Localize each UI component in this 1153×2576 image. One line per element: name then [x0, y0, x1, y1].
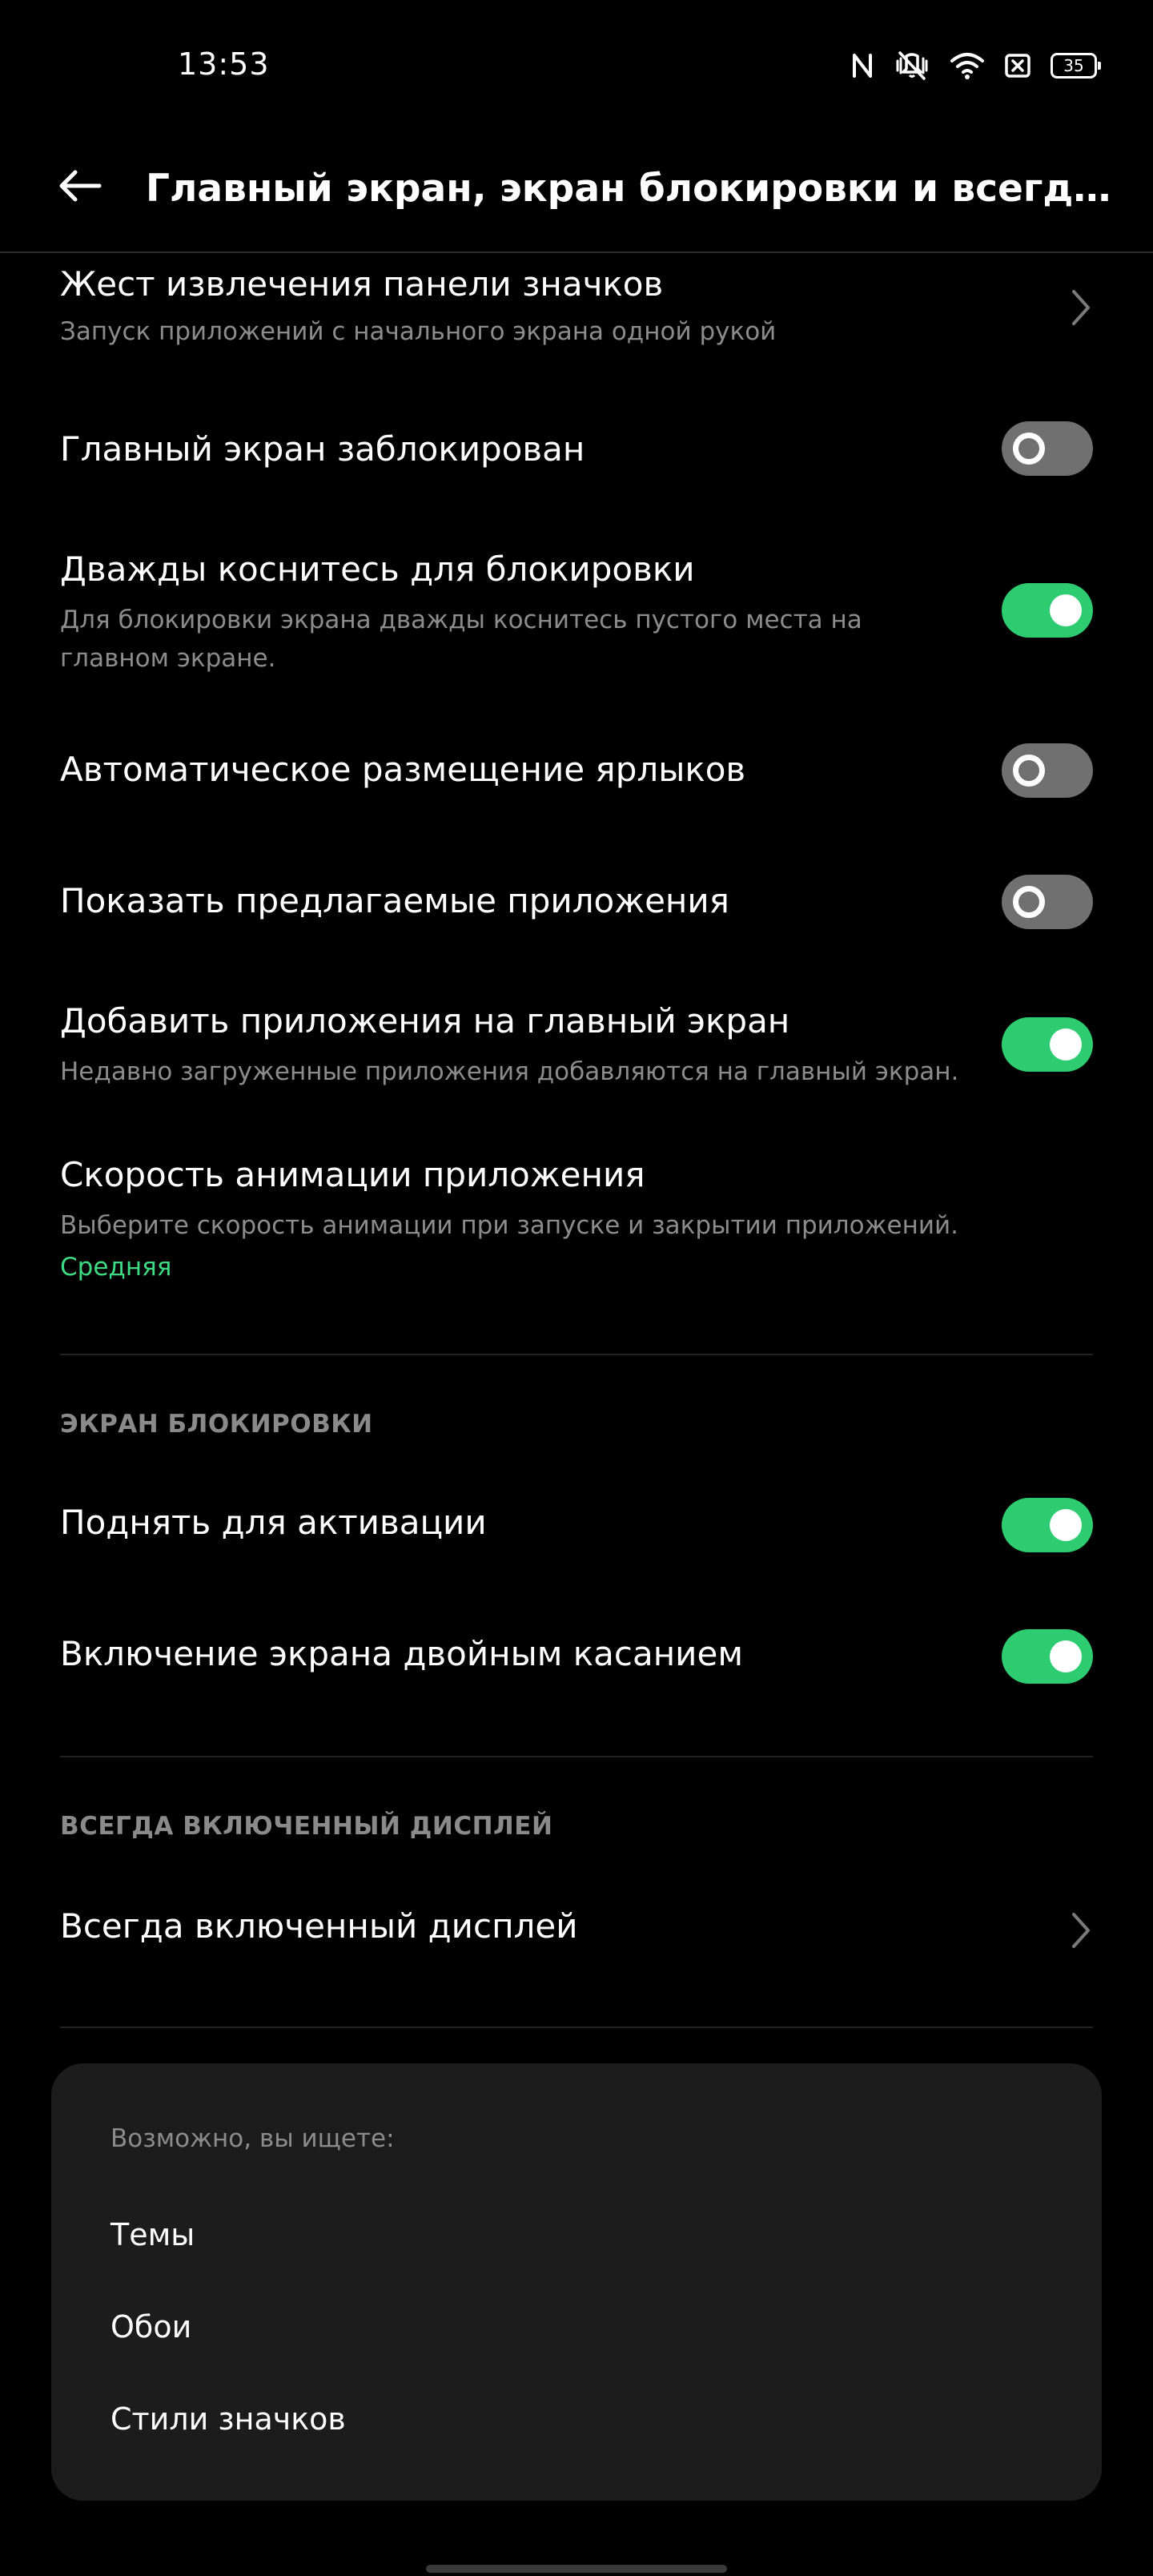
setting-subtitle: Для блокировки экрана дважды коснитесь п… [60, 606, 862, 673]
setting-double-tap-wake[interactable]: Включение экрана двойным касанием [0, 1610, 1153, 1706]
setting-title: Главный экран заблокирован [60, 429, 585, 469]
chevron-right-icon [1065, 1908, 1097, 1953]
status-time: 13:53 [178, 46, 270, 82]
setting-home-locked[interactable]: Главный экран заблокирован [0, 400, 1153, 497]
setting-suggested-apps[interactable]: Показать предлагаемые приложения [0, 852, 1153, 948]
toggle-knob [1050, 594, 1082, 626]
suggestions-card: Возможно, вы ищете: Темы Обои Стили знач… [51, 2063, 1102, 2501]
toggle-knob [1013, 886, 1045, 918]
suggestion-icon-styles[interactable]: Стили значков [110, 2401, 346, 2437]
toggle-knob [1050, 1028, 1082, 1061]
suggestion-wallpapers[interactable]: Обои [110, 2309, 191, 2345]
toggle-knob [1050, 1640, 1082, 1672]
divider [60, 1756, 1093, 1757]
suggestions-heading: Возможно, вы ищете: [110, 2124, 395, 2153]
mute-vibrate-icon [894, 50, 930, 82]
suggestion-themes[interactable]: Темы [110, 2217, 195, 2252]
auto-shortcuts-toggle[interactable] [1002, 743, 1093, 798]
suggested-apps-toggle[interactable] [1002, 875, 1093, 929]
double-tap-lock-toggle[interactable] [1002, 583, 1093, 638]
section-header-aod: ВСЕГДА ВКЛЮЧЕННЫЙ ДИСПЛЕЙ [60, 1812, 553, 1841]
animation-speed-value: Средняя [60, 1253, 172, 1282]
arrow-left-icon [58, 170, 102, 205]
setting-title: Скорость анимации приложения [60, 1155, 645, 1194]
setting-title: Всегда включенный дисплей [60, 1906, 578, 1946]
setting-title: Дважды коснитесь для блокировки [60, 549, 695, 589]
home-indicator[interactable] [426, 2565, 727, 2573]
setting-subtitle: Запуск приложений с начального экрана од… [60, 317, 777, 346]
setting-subtitle: Недавно загруженные приложения добавляют… [60, 1057, 959, 1086]
home-locked-toggle[interactable] [1002, 421, 1093, 476]
sim-off-icon [1004, 52, 1031, 79]
setting-always-on-display[interactable]: Всегда включенный дисплей [0, 1879, 1153, 1983]
setting-title: Жест извлечения панели значков [60, 264, 664, 304]
setting-icon-panel-gesture[interactable]: Жест извлечения панели значков Запуск пр… [0, 253, 1153, 373]
setting-title: Показать предлагаемые приложения [60, 881, 729, 920]
setting-raise-to-wake[interactable]: Поднять для активации [0, 1479, 1153, 1575]
toggle-knob [1013, 433, 1045, 465]
toggle-knob [1050, 1509, 1082, 1541]
setting-title: Автоматическое размещение ярлыков [60, 750, 746, 789]
chevron-right-icon [1065, 285, 1097, 330]
toggle-knob [1013, 755, 1045, 787]
setting-double-tap-lock[interactable]: Дважды коснитесь для блокировки Для блок… [0, 545, 1153, 689]
setting-title: Поднять для активации [60, 1503, 487, 1542]
double-tap-wake-toggle[interactable] [1002, 1629, 1093, 1684]
app-header: Главный экран, экран блокировки и всегда… [0, 133, 1153, 253]
status-icons: 35 [850, 45, 1101, 87]
back-button[interactable] [56, 163, 104, 211]
section-header-lock-screen: ЭКРАН БЛОКИРОВКИ [60, 1410, 373, 1439]
setting-auto-shortcuts[interactable]: Автоматическое размещение ярлыков [0, 721, 1153, 817]
setting-title: Включение экрана двойным касанием [60, 1634, 744, 1673]
setting-title: Добавить приложения на главный экран [60, 1001, 790, 1040]
wifi-icon [950, 51, 985, 80]
setting-subtitle: Выберите скорость анимации при запуске и… [60, 1211, 958, 1240]
setting-animation-speed[interactable]: Скорость анимации приложения Выберите ск… [0, 1150, 1153, 1310]
divider [60, 2027, 1093, 2028]
add-apps-home-toggle[interactable] [1002, 1017, 1093, 1072]
raise-to-wake-toggle[interactable] [1002, 1498, 1093, 1552]
setting-add-apps-home[interactable]: Добавить приложения на главный экран Нед… [0, 993, 1153, 1105]
divider [60, 1354, 1093, 1355]
battery-icon: 35 [1051, 53, 1101, 78]
nfc-icon [850, 52, 874, 79]
page-title: Главный экран, экран блокировки и всегда… [146, 167, 1123, 211]
status-bar: 13:53 35 [0, 0, 1153, 133]
